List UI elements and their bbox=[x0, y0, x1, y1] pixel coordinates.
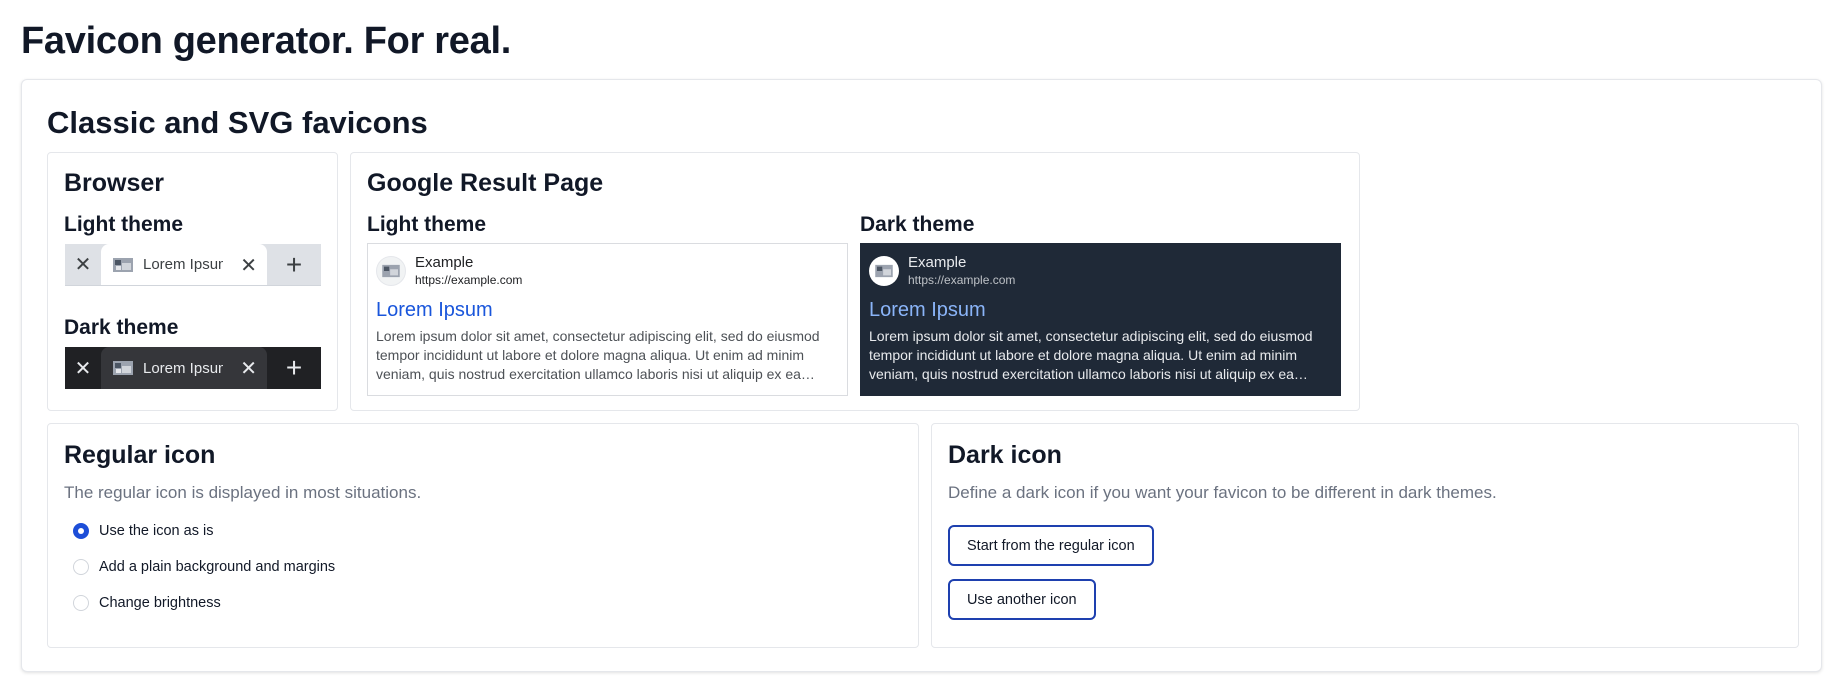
google-light-label: Light theme bbox=[367, 213, 486, 236]
tab-label: Lorem Ipsum bbox=[143, 256, 223, 273]
plus-icon[interactable]: + bbox=[267, 347, 321, 389]
serp-site-url: https://example.com bbox=[908, 273, 1016, 287]
browser-light-label: Light theme bbox=[64, 213, 183, 236]
serp-result-light: Example https://example.com Lorem Ipsum … bbox=[367, 243, 848, 396]
close-icon[interactable]: ✕ bbox=[65, 347, 101, 389]
favicon-icon bbox=[869, 256, 899, 286]
close-icon[interactable]: ✕ bbox=[240, 253, 257, 278]
radio-label: Add a plain background and margins bbox=[99, 559, 336, 575]
browser-tabbar-dark: ✕ Lorem Ipsum ✕ + bbox=[65, 347, 321, 389]
browser-tab-light[interactable]: Lorem Ipsum ✕ bbox=[101, 244, 267, 285]
serp-result-title[interactable]: Lorem Ipsum bbox=[869, 297, 1332, 323]
browser-panel-title: Browser bbox=[64, 169, 165, 197]
start-from-regular-button[interactable]: Start from the regular icon bbox=[948, 525, 1154, 566]
page-title: Favicon generator. For real. bbox=[21, 20, 511, 62]
google-preview-panel: Google Result Page Light theme Dark them… bbox=[350, 152, 1360, 411]
radio-button[interactable] bbox=[73, 523, 89, 539]
serp-result-dark: Example https://example.com Lorem Ipsum … bbox=[860, 243, 1341, 396]
radio-use-as-is[interactable]: Use the icon as is bbox=[73, 523, 213, 539]
google-dark-label: Dark theme bbox=[860, 213, 975, 236]
browser-tabbar-light: ✕ Lorem Ipsum ✕ + bbox=[65, 244, 321, 286]
use-another-icon-button[interactable]: Use another icon bbox=[948, 579, 1096, 620]
browser-preview-panel: Browser Light theme ✕ Lorem Ipsum ✕ + Da… bbox=[47, 152, 338, 411]
favicon-icon bbox=[376, 256, 406, 286]
google-panel-title: Google Result Page bbox=[367, 169, 604, 197]
tab-label: Lorem Ipsum bbox=[143, 359, 223, 377]
serp-site-name: Example bbox=[908, 254, 967, 271]
regular-icon-title: Regular icon bbox=[64, 441, 216, 469]
radio-button[interactable] bbox=[73, 595, 89, 611]
radio-change-brightness[interactable]: Change brightness bbox=[73, 595, 221, 611]
serp-site-name: Example bbox=[415, 254, 474, 271]
plus-icon[interactable]: + bbox=[267, 244, 321, 285]
radio-button[interactable] bbox=[73, 559, 89, 575]
radio-label: Change brightness bbox=[99, 595, 221, 611]
regular-icon-description: The regular icon is displayed in most si… bbox=[64, 483, 422, 502]
regular-icon-panel: Regular icon The regular icon is display… bbox=[47, 423, 919, 648]
radio-label: Use the icon as is bbox=[99, 523, 214, 539]
serp-snippet: Lorem ipsum dolor sit amet, consectetur … bbox=[869, 328, 1313, 382]
browser-tab-dark[interactable]: Lorem Ipsum ✕ bbox=[101, 347, 267, 389]
close-icon[interactable]: ✕ bbox=[240, 356, 257, 381]
close-icon[interactable]: ✕ bbox=[65, 244, 101, 285]
serp-snippet: Lorem ipsum dolor sit amet, consectetur … bbox=[376, 328, 820, 382]
dark-icon-description: Define a dark icon if you want your favi… bbox=[948, 483, 1497, 502]
radio-plain-background[interactable]: Add a plain background and margins bbox=[73, 559, 335, 575]
classic-favicons-card: Classic and SVG favicons Browser Light t… bbox=[21, 79, 1822, 672]
dark-icon-panel: Dark icon Define a dark icon if you want… bbox=[931, 423, 1799, 648]
browser-dark-label: Dark theme bbox=[64, 316, 179, 339]
section-title: Classic and SVG favicons bbox=[47, 105, 428, 140]
favicon-icon bbox=[113, 257, 133, 272]
favicon-icon bbox=[113, 361, 133, 375]
dark-icon-title: Dark icon bbox=[948, 441, 1062, 469]
serp-site-url: https://example.com bbox=[415, 273, 523, 287]
serp-result-title[interactable]: Lorem Ipsum bbox=[376, 297, 839, 323]
